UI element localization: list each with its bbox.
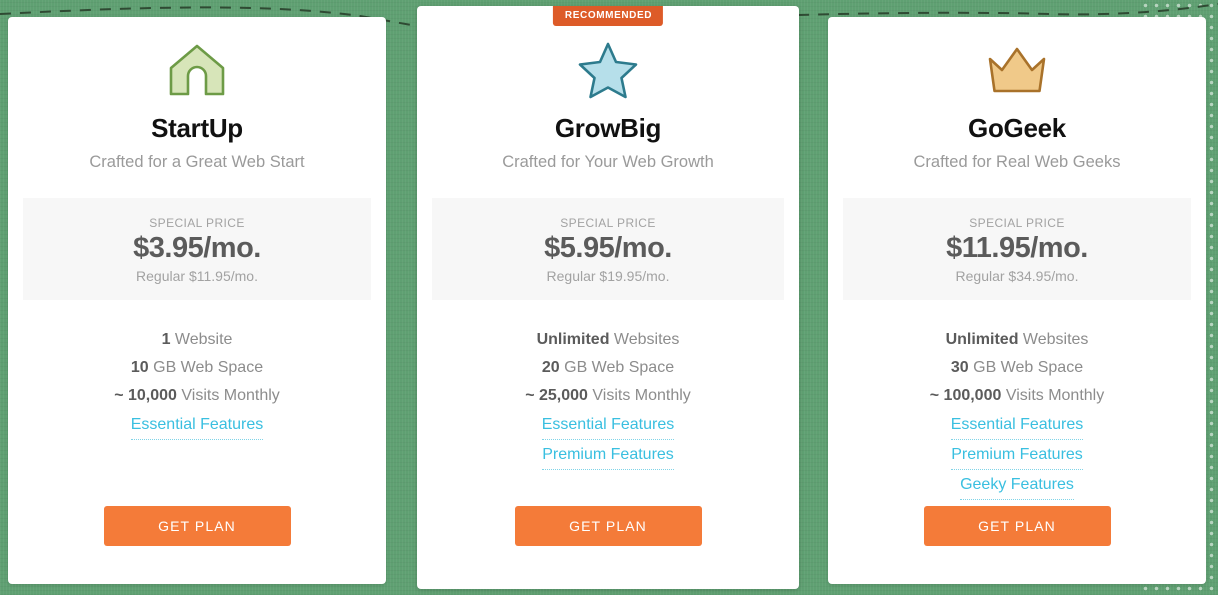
get-plan-button[interactable]: GET PLAN (103, 506, 291, 546)
crown-icon (986, 39, 1048, 101)
cta-container: GET PLAN (8, 506, 386, 584)
feature-link-row: Essential Features (8, 410, 386, 440)
feature-link[interactable]: Premium Features (542, 440, 674, 470)
feature-row: 20 GB Web Space (541, 359, 675, 376)
plan-card-gogeek[interactable]: GoGeek Crafted for Real Web Geeks SPECIA… (828, 17, 1206, 584)
special-price-label: SPECIAL PRICE (560, 216, 656, 230)
get-plan-button[interactable]: GET PLAN (923, 506, 1111, 546)
price-box: SPECIAL PRICE $3.95/mo. Regular $11.95/m… (23, 198, 371, 300)
feature-link-row: Essential Features (417, 410, 799, 440)
plan-title: StartUp (151, 113, 243, 143)
plan-title: GoGeek (968, 113, 1066, 143)
plan-card-startup[interactable]: StartUp Crafted for a Great Web Start SP… (8, 17, 386, 584)
feature-list: Unlimited Websites 30 GB Web Space ~ 100,0… (828, 326, 1206, 500)
feature-link-row: Premium Features (828, 440, 1206, 470)
feature-link-row: Geeky Features (828, 470, 1206, 500)
plan-title: GrowBig (554, 113, 662, 143)
star-icon (578, 39, 638, 101)
get-plan-button[interactable]: GET PLAN (514, 506, 702, 546)
feature-row: 10 GB Web Space (130, 359, 264, 376)
feature-link[interactable]: Geeky Features (960, 470, 1074, 500)
special-price-label: SPECIAL PRICE (149, 216, 245, 230)
feature-link[interactable]: Essential Features (541, 410, 675, 440)
feature-row: Unlimited Websites (536, 331, 680, 348)
feature-row: ~ 10,000 Visits Monthly (114, 387, 280, 404)
regular-price: Regular $19.95/mo. (546, 268, 670, 284)
feature-list: 1 Website 10 GB Web Space ~ 10,000 Visits … (8, 326, 386, 440)
feature-row: ~ 25,000 Visits Monthly (525, 387, 691, 404)
special-price-amount: $5.95/mo. (544, 232, 672, 264)
plan-subtitle: Crafted for Real Web Geeks (913, 153, 1121, 171)
house-icon (168, 39, 226, 101)
plan-card-growbig[interactable]: RECOMMENDED GrowBig Crafted for Your Web… (417, 6, 799, 589)
pricing-plans-row: StartUp Crafted for a Great Web Start SP… (0, 0, 1218, 595)
feature-link[interactable]: Premium Features (951, 440, 1083, 470)
plan-subtitle: Crafted for Your Web Growth (502, 153, 714, 171)
feature-row: Unlimited Websites (945, 331, 1089, 348)
special-price-amount: $11.95/mo. (946, 232, 1088, 264)
plan-subtitle: Crafted for a Great Web Start (89, 153, 305, 171)
cta-container: GET PLAN (828, 506, 1206, 584)
cta-container: GET PLAN (417, 506, 799, 589)
price-box: SPECIAL PRICE $11.95/mo. Regular $34.95/… (843, 198, 1191, 300)
price-box: SPECIAL PRICE $5.95/mo. Regular $19.95/m… (432, 198, 784, 300)
feature-link[interactable]: Essential Features (130, 410, 264, 440)
regular-price: Regular $11.95/mo. (136, 268, 258, 284)
feature-row: 1 Website (161, 331, 233, 348)
feature-link-row: Essential Features (828, 410, 1206, 440)
feature-list: Unlimited Websites 20 GB Web Space ~ 25,00… (417, 326, 799, 470)
regular-price: Regular $34.95/mo. (955, 268, 1079, 284)
feature-link-row: Premium Features (417, 440, 799, 470)
feature-link[interactable]: Essential Features (950, 410, 1084, 440)
feature-row: ~ 100,000 Visits Monthly (929, 387, 1105, 404)
special-price-label: SPECIAL PRICE (969, 216, 1065, 230)
recommended-badge: RECOMMENDED (552, 6, 664, 26)
special-price-amount: $3.95/mo. (133, 232, 261, 264)
feature-row: 30 GB Web Space (950, 359, 1084, 376)
